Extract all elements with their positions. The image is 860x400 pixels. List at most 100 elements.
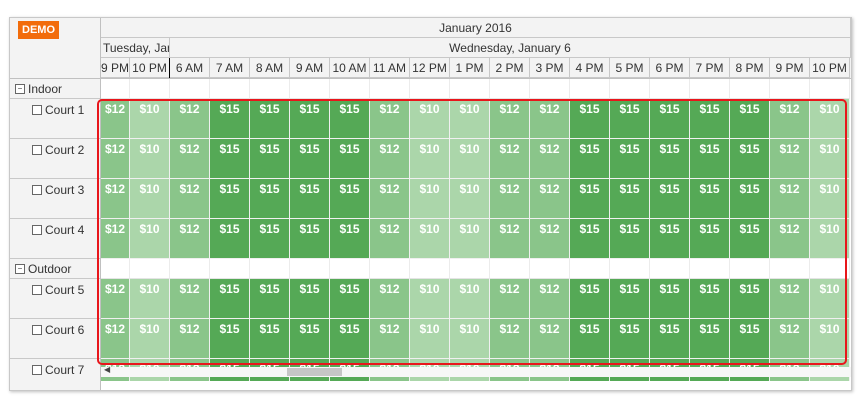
price-cell[interactable]: $10 xyxy=(410,319,450,359)
price-cell[interactable]: $10 xyxy=(410,279,450,319)
price-cell[interactable]: $12 xyxy=(530,219,570,259)
price-cell[interactable]: $12 xyxy=(770,279,810,319)
price-cell[interactable]: $12 xyxy=(770,99,810,139)
price-cell[interactable]: $12 xyxy=(490,319,530,359)
price-cell[interactable]: $10 xyxy=(130,219,170,259)
price-cell[interactable]: $12 xyxy=(101,319,130,359)
price-cell[interactable]: $12 xyxy=(490,179,530,219)
price-cell[interactable]: $10 xyxy=(410,99,450,139)
price-cell[interactable]: $15 xyxy=(570,279,610,319)
price-cell[interactable]: $15 xyxy=(690,319,730,359)
scrollbar-thumb[interactable] xyxy=(287,368,342,376)
price-cell[interactable]: $12 xyxy=(101,139,130,179)
price-cell[interactable]: $10 xyxy=(130,99,170,139)
price-cell[interactable]: $15 xyxy=(650,319,690,359)
price-cell[interactable]: $15 xyxy=(690,179,730,219)
price-cell[interactable]: $10 xyxy=(130,179,170,219)
price-cell[interactable]: $12 xyxy=(370,319,410,359)
resource-row-header[interactable]: Court 4 xyxy=(10,219,100,259)
collapse-icon[interactable]: − xyxy=(15,263,25,274)
price-cell[interactable]: $15 xyxy=(570,179,610,219)
price-cell[interactable]: $10 xyxy=(810,99,850,139)
price-cell[interactable]: $10 xyxy=(810,139,850,179)
price-cell[interactable]: $12 xyxy=(490,279,530,319)
price-cell[interactable]: $12 xyxy=(530,279,570,319)
price-cell[interactable]: $15 xyxy=(330,179,370,219)
price-cell[interactable]: $15 xyxy=(330,219,370,259)
price-cell[interactable]: $15 xyxy=(290,279,330,319)
price-cell[interactable]: $15 xyxy=(570,319,610,359)
price-cell[interactable]: $12 xyxy=(370,219,410,259)
price-cell[interactable]: $10 xyxy=(810,179,850,219)
price-cell[interactable]: $12 xyxy=(530,139,570,179)
price-cell[interactable]: $10 xyxy=(810,219,850,259)
price-cell[interactable]: $12 xyxy=(770,319,810,359)
collapse-icon[interactable]: − xyxy=(15,83,25,94)
price-cell[interactable]: $15 xyxy=(730,219,770,259)
price-cell[interactable]: $10 xyxy=(410,179,450,219)
price-cell[interactable]: $15 xyxy=(610,319,650,359)
price-cell[interactable]: $10 xyxy=(450,219,490,259)
price-cell[interactable]: $15 xyxy=(250,319,290,359)
checkbox[interactable] xyxy=(32,364,42,375)
checkbox[interactable] xyxy=(32,104,42,115)
scroll-left-icon[interactable]: ◀ xyxy=(104,365,110,374)
horizontal-scrollbar[interactable]: ◀ xyxy=(101,365,851,377)
price-cell[interactable]: $12 xyxy=(530,179,570,219)
schedule-grid[interactable]: $12 $10 $12 $15 $15 $15 $15 $12 $10 $10 $12 $12 $15 $… xyxy=(101,79,851,381)
price-cell[interactable]: $15 xyxy=(650,179,690,219)
price-cell[interactable]: $15 xyxy=(250,139,290,179)
price-cell[interactable]: $10 xyxy=(450,179,490,219)
price-cell[interactable]: $15 xyxy=(250,279,290,319)
price-cell[interactable]: $10 xyxy=(450,319,490,359)
price-cell[interactable]: $15 xyxy=(330,279,370,319)
price-cell[interactable]: $10 xyxy=(450,99,490,139)
price-cell[interactable]: $10 xyxy=(450,279,490,319)
price-cell[interactable]: $15 xyxy=(210,219,250,259)
price-cell[interactable]: $12 xyxy=(770,139,810,179)
price-cell[interactable]: $12 xyxy=(101,219,130,259)
price-cell[interactable]: $15 xyxy=(730,319,770,359)
price-cell[interactable]: $12 xyxy=(490,219,530,259)
group-header-outdoor[interactable]: − Outdoor xyxy=(10,259,100,279)
price-cell[interactable]: $10 xyxy=(810,279,850,319)
price-cell[interactable]: $15 xyxy=(690,219,730,259)
price-cell[interactable]: $10 xyxy=(130,139,170,179)
price-cell[interactable]: $15 xyxy=(330,139,370,179)
price-cell[interactable]: $10 xyxy=(130,279,170,319)
price-cell[interactable]: $15 xyxy=(610,279,650,319)
price-cell[interactable]: $12 xyxy=(770,179,810,219)
checkbox[interactable] xyxy=(32,184,42,195)
price-cell[interactable]: $15 xyxy=(250,179,290,219)
price-cell[interactable]: $15 xyxy=(290,219,330,259)
price-cell[interactable]: $15 xyxy=(610,179,650,219)
price-cell[interactable]: $15 xyxy=(210,279,250,319)
price-cell[interactable]: $12 xyxy=(770,219,810,259)
price-cell[interactable]: $15 xyxy=(730,99,770,139)
price-cell[interactable]: $15 xyxy=(210,319,250,359)
resource-row-header[interactable]: Court 3 xyxy=(10,179,100,219)
price-cell[interactable]: $15 xyxy=(210,179,250,219)
price-cell[interactable]: $15 xyxy=(250,219,290,259)
price-cell[interactable]: $12 xyxy=(170,279,210,319)
price-cell[interactable]: $12 xyxy=(530,319,570,359)
price-cell[interactable]: $10 xyxy=(410,139,450,179)
group-header-indoor[interactable]: − Indoor xyxy=(10,79,100,99)
price-cell[interactable]: $15 xyxy=(610,139,650,179)
price-cell[interactable]: $15 xyxy=(690,139,730,179)
price-cell[interactable]: $12 xyxy=(170,99,210,139)
resource-row-header[interactable]: Court 7 xyxy=(10,359,100,390)
price-cell[interactable]: $12 xyxy=(370,279,410,319)
price-cell[interactable]: $15 xyxy=(650,279,690,319)
checkbox[interactable] xyxy=(32,224,42,235)
price-cell[interactable]: $10 xyxy=(810,319,850,359)
price-cell[interactable]: $12 xyxy=(170,179,210,219)
price-cell[interactable]: $15 xyxy=(570,139,610,179)
price-cell[interactable]: $15 xyxy=(730,179,770,219)
price-cell[interactable]: $15 xyxy=(290,179,330,219)
resource-row-header[interactable]: Court 5 xyxy=(10,279,100,319)
price-cell[interactable]: $15 xyxy=(290,319,330,359)
price-cell[interactable]: $12 xyxy=(170,319,210,359)
price-cell[interactable]: $10 xyxy=(410,219,450,259)
price-cell[interactable]: $10 xyxy=(450,139,490,179)
